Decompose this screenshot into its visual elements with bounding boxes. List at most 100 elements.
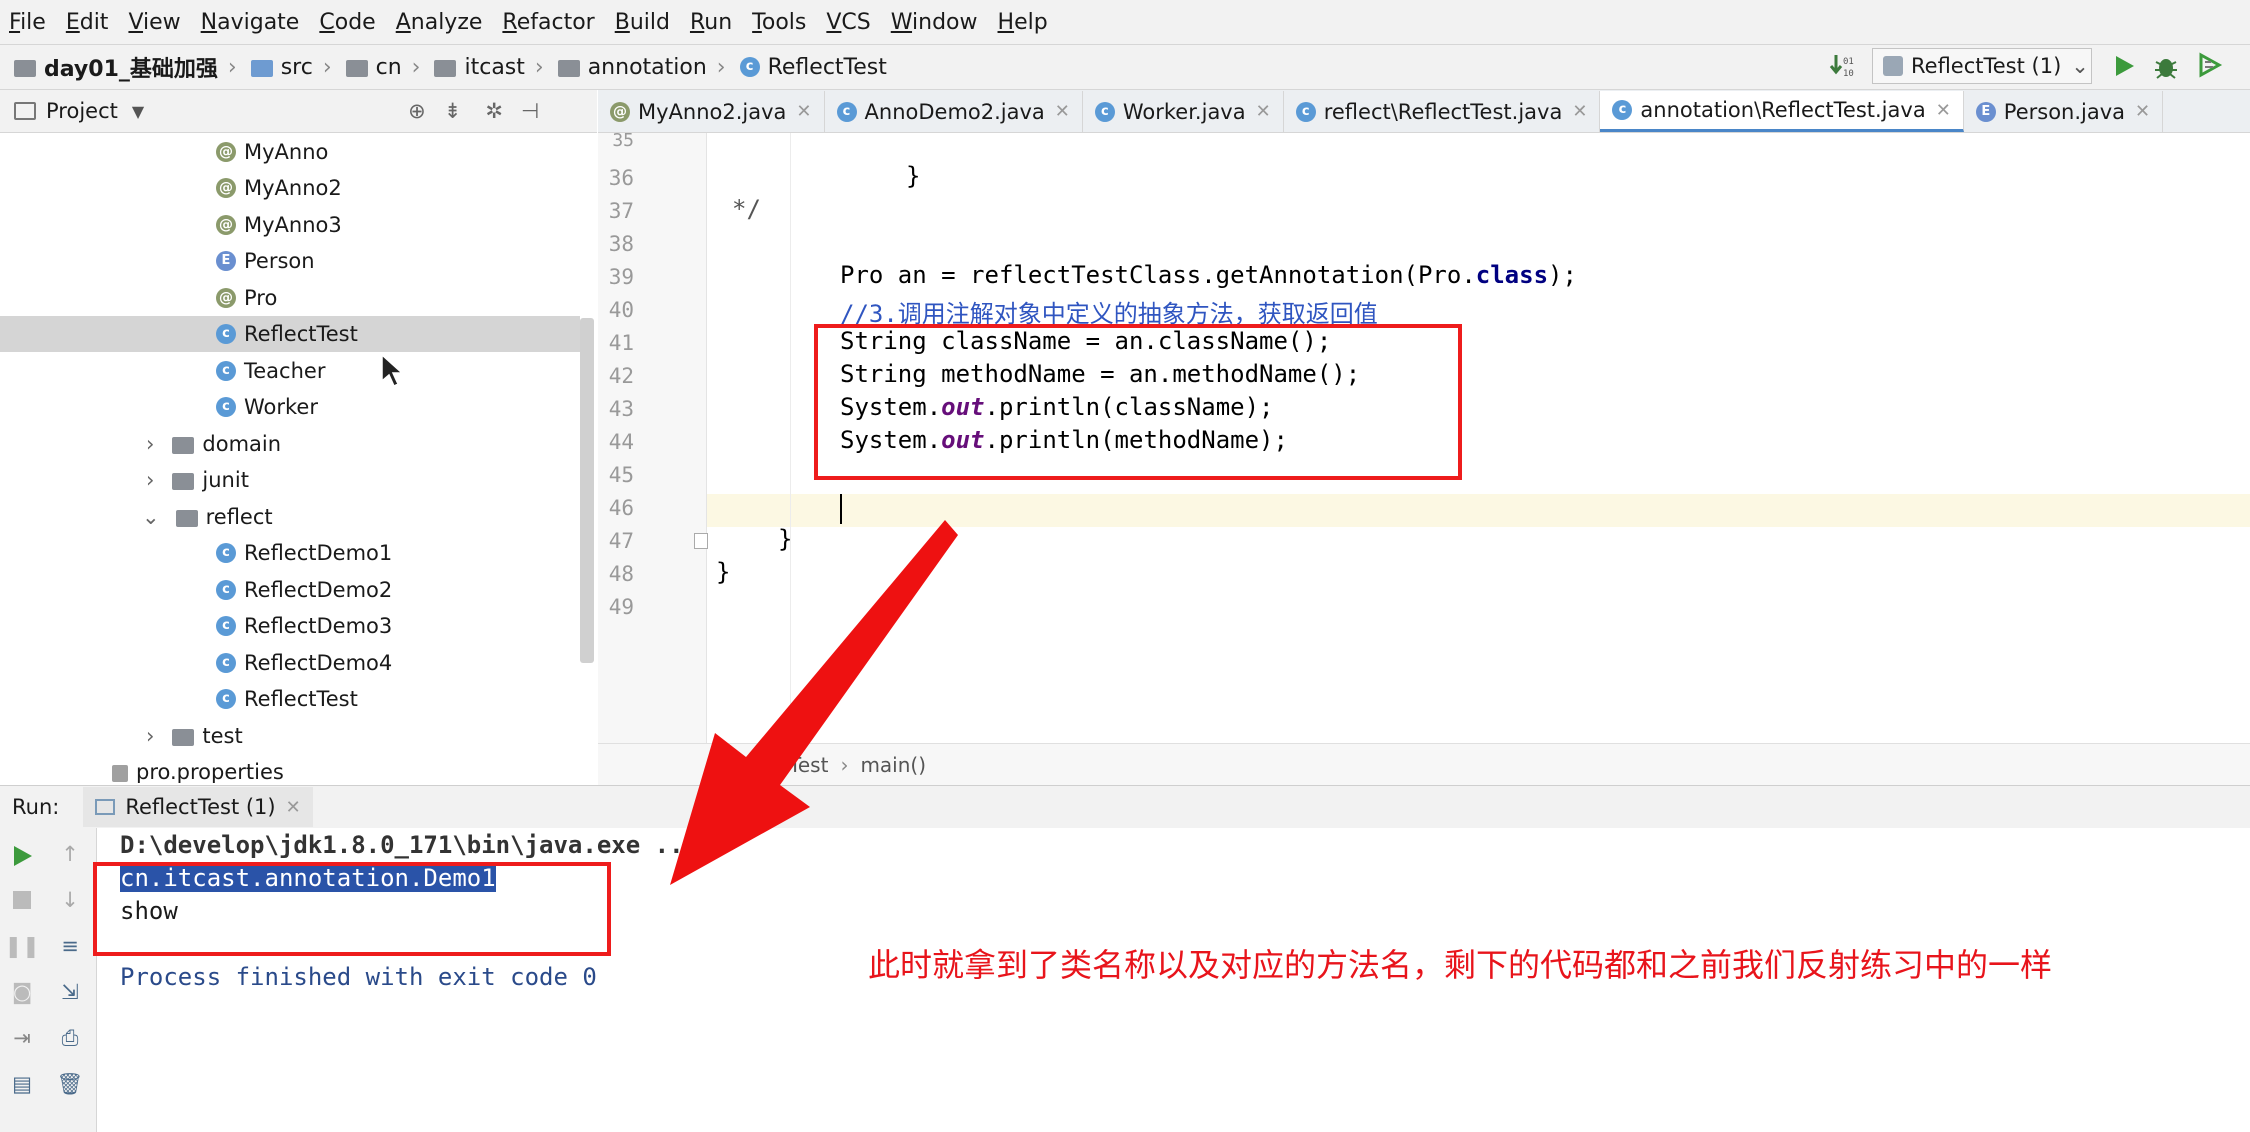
tree-item[interactable]: pro.properties <box>112 754 284 783</box>
close-icon[interactable]: ✕ <box>1256 101 1271 122</box>
line-number: 44 <box>608 430 634 454</box>
tree-item[interactable]: c ReflectDemo3 <box>216 608 392 644</box>
tree-item[interactable]: @ MyAnno2 <box>216 170 342 206</box>
pause-icon[interactable]: ❚❚ <box>4 930 39 962</box>
tab-reflect-reflecttest[interactable]: c reflect\ReflectTest.java ✕ <box>1284 91 1601 132</box>
soft-wrap-icon[interactable]: ≡ <box>54 930 86 962</box>
line-number: 35 <box>612 130 634 151</box>
annotation-note: 此时就拿到了类名称以及对应的方法名，剩下的代码都和之前我们反射练习中的一样 <box>868 946 2053 984</box>
breadcrumb-itcast[interactable]: itcast › <box>434 55 544 80</box>
tab-worker[interactable]: c Worker.java ✕ <box>1083 91 1284 132</box>
close-icon[interactable]: ✕ <box>2135 101 2150 122</box>
menu-code[interactable]: Code <box>319 10 375 35</box>
tree-item-label: ReflectDemo2 <box>244 578 393 602</box>
chevron-down-icon: ⌄ <box>2071 54 2089 78</box>
tree-item-label: MyAnno2 <box>244 176 342 200</box>
run-with-coverage-icon[interactable] <box>2194 50 2226 82</box>
build-project-icon[interactable]: 01 10 <box>1826 50 1858 82</box>
arrow-up-icon[interactable]: ↑ <box>54 838 86 870</box>
menu-help[interactable]: Help <box>998 10 1048 35</box>
collapse-all-icon[interactable]: ⇟ <box>444 99 462 123</box>
menu-refactor[interactable]: Refactor <box>502 10 594 35</box>
close-icon[interactable]: ✕ <box>796 101 811 122</box>
line-number: 40 <box>608 298 634 322</box>
tab-label: Worker.java <box>1122 99 1246 124</box>
settings-gear-icon[interactable]: ✲ <box>485 99 503 123</box>
chevron-right-icon[interactable]: › <box>146 724 154 748</box>
chevron-right-icon[interactable]: › <box>146 468 154 492</box>
run-configuration-select[interactable]: ReflectTest (1) ⌄ <box>1872 48 2092 84</box>
class-icon: c <box>216 543 236 563</box>
chevron-right-icon[interactable]: › <box>146 432 154 456</box>
print-icon[interactable]: ⎙ <box>54 1022 86 1054</box>
package-icon <box>172 472 195 490</box>
menu-view[interactable]: View <box>128 10 180 35</box>
tree-item-label: Teacher <box>244 359 326 383</box>
stop-icon[interactable] <box>6 884 38 916</box>
rerun-icon[interactable] <box>6 840 38 872</box>
tree-item[interactable]: c Teacher <box>216 353 325 389</box>
login-icon[interactable]: ⇥ <box>6 1022 38 1054</box>
chevron-down-icon[interactable]: ⌄ <box>142 505 160 529</box>
breadcrumb-label: day01_基础加强 <box>44 57 218 82</box>
locate-icon[interactable]: ⊕ <box>408 99 426 123</box>
menu-edit[interactable]: Edit <box>66 10 109 35</box>
tree-item[interactable]: @ Pro <box>216 280 277 316</box>
menu-tools[interactable]: Tools <box>752 10 806 35</box>
project-panel-title[interactable]: Project <box>46 99 118 123</box>
chevron-right-icon: › <box>716 54 726 80</box>
close-icon[interactable]: ✕ <box>286 797 301 818</box>
tree-folder-domain[interactable]: › domain <box>146 426 281 462</box>
breadcrumb-project[interactable]: day01_基础加强 › <box>14 51 237 83</box>
tab-annotation-reflecttest[interactable]: c annotation\ReflectTest.java ✕ <box>1600 91 1964 132</box>
dropdown-arrow-icon[interactable]: ▼ <box>132 102 144 121</box>
tree-item-label: Person <box>244 249 315 273</box>
hide-panel-icon[interactable]: ⊣ <box>521 99 539 123</box>
menu-run[interactable]: Run <box>690 10 732 35</box>
tree-item[interactable]: c ReflectDemo2 <box>216 572 392 608</box>
menu-vcs[interactable]: VCS <box>826 10 870 35</box>
tab-person[interactable]: E Person.java ✕ <box>1964 91 2164 132</box>
tree-item[interactable]: E Person <box>216 243 315 279</box>
breadcrumb-class[interactable]: c ReflectTest <box>739 55 887 80</box>
tree-item[interactable]: c ReflectTest <box>216 681 358 717</box>
layout-icon[interactable]: ▤ <box>6 1068 38 1100</box>
arrow-down-icon[interactable]: ↓ <box>54 884 86 916</box>
tab-myanno2[interactable]: @ MyAnno2.java ✕ <box>598 91 825 132</box>
close-icon[interactable]: ✕ <box>1572 101 1587 122</box>
camera-icon[interactable]: ◙ <box>6 976 38 1008</box>
tree-item-label: pro.properties <box>136 760 284 783</box>
tree-folder-reflect[interactable]: ⌄ reflect <box>142 499 273 535</box>
tree-folder-test[interactable]: › test <box>146 718 243 754</box>
scroll-to-end-icon[interactable]: ⇲ <box>54 976 86 1008</box>
breadcrumb-src[interactable]: src › <box>250 55 332 80</box>
tree-item[interactable]: c ReflectDemo4 <box>216 645 392 681</box>
tree-item[interactable]: c Worker <box>216 389 318 425</box>
line-number: 45 <box>608 463 634 487</box>
breadcrumb-annotation[interactable]: annotation › <box>557 54 726 80</box>
breadcrumb-label: cn <box>375 54 402 80</box>
svg-text:01: 01 <box>1843 57 1854 67</box>
tab-label: Person.java <box>2003 99 2126 124</box>
breadcrumb-cn[interactable]: cn › <box>345 54 420 80</box>
tree-item[interactable]: @ MyAnno3 <box>216 207 342 243</box>
menu-window[interactable]: Window <box>891 10 978 35</box>
annotation-icon: @ <box>216 215 236 235</box>
tab-annodemo2[interactable]: c AnnoDemo2.java ✕ <box>825 91 1083 132</box>
trash-icon[interactable]: 🗑 <box>54 1068 86 1100</box>
tree-item-selected[interactable]: c ReflectTest <box>0 316 580 352</box>
console-command-line: D:\develop\jdk1.8.0_171\bin\java.exe ... <box>120 831 698 859</box>
run-tab[interactable]: ReflectTest (1) ✕ <box>83 787 313 827</box>
tree-item[interactable]: c ReflectDemo1 <box>216 535 392 571</box>
menu-navigate[interactable]: Navigate <box>201 10 300 35</box>
debug-icon[interactable] <box>2150 50 2182 82</box>
tree-item[interactable]: @ MyAnno <box>216 134 328 170</box>
menu-analyze[interactable]: Analyze <box>396 10 483 35</box>
menu-file[interactable]: File <box>9 10 46 35</box>
project-scrollbar[interactable] <box>580 318 594 663</box>
menu-build[interactable]: Build <box>615 10 670 35</box>
run-icon[interactable] <box>2108 50 2140 82</box>
close-icon[interactable]: ✕ <box>1936 100 1951 121</box>
tree-folder-junit[interactable]: › junit <box>146 462 249 498</box>
close-icon[interactable]: ✕ <box>1055 101 1070 122</box>
